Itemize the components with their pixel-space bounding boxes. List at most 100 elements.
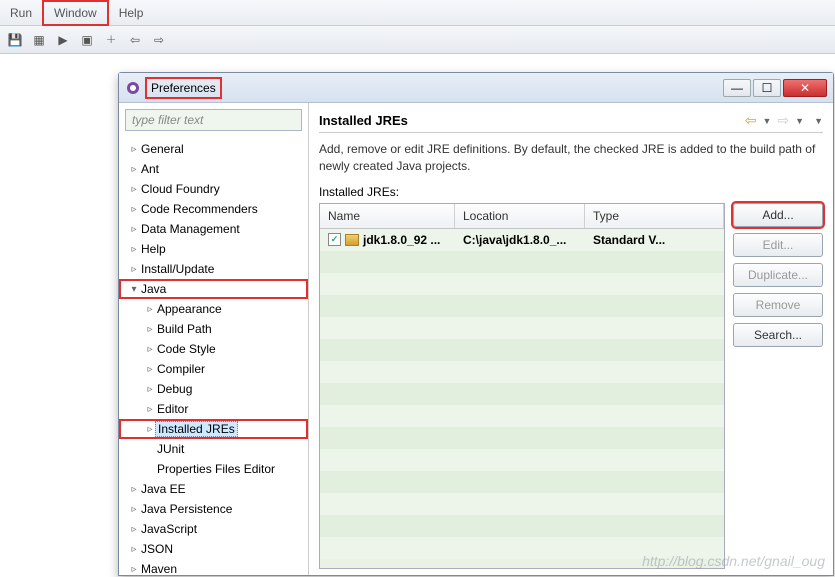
minimize-button[interactable]: —: [723, 79, 751, 97]
menu-run[interactable]: Run: [0, 2, 42, 24]
tree-label: Java: [139, 282, 166, 296]
tree-label: Java EE: [139, 482, 186, 496]
tree-label: Data Management: [139, 222, 240, 236]
arrow-right-icon[interactable]: ▹: [145, 304, 155, 315]
close-button[interactable]: ✕: [783, 79, 827, 97]
forward-arrow-icon[interactable]: ⇨: [777, 112, 789, 129]
table-row[interactable]: ✓ jdk1.8.0_92 ... C:\java\jdk1.8.0_... S…: [320, 229, 724, 251]
tree-item[interactable]: ▹Help: [119, 239, 308, 259]
arrow-right-icon[interactable]: ▹: [129, 164, 139, 175]
tree-item[interactable]: ▹JSON: [119, 539, 308, 559]
toolbar: 💾 ▦ ▶ ▣ 🞢 ⇦ ⇨: [0, 26, 835, 54]
filter-input[interactable]: type filter text: [125, 109, 302, 131]
tree-item[interactable]: ▹Java EE: [119, 479, 308, 499]
tree-item[interactable]: ▹Editor: [119, 399, 308, 419]
tree-item[interactable]: ▹Java Persistence: [119, 499, 308, 519]
maximize-button[interactable]: ☐: [753, 79, 781, 97]
dialog-title: Preferences: [145, 77, 222, 99]
arrow-right-icon[interactable]: ▹: [129, 244, 139, 255]
tree-item[interactable]: JUnit: [119, 439, 308, 459]
menu-window[interactable]: Window: [42, 0, 109, 26]
tree-label: Editor: [155, 402, 188, 416]
button-column: Add... Edit... Duplicate... Remove Searc…: [733, 203, 823, 569]
tree-item[interactable]: ▹Install/Update: [119, 259, 308, 279]
sidebar: type filter text ▹General▹Ant▹Cloud Foun…: [119, 103, 309, 575]
tree-label: Maven: [139, 562, 177, 575]
tree-label: Code Style: [155, 342, 216, 356]
jre-table[interactable]: Name Location Type ✓ jdk1.8.0_92 ... C:\…: [319, 203, 725, 569]
menu-help[interactable]: Help: [109, 2, 154, 24]
jre-icon: [345, 234, 359, 246]
back-arrow-icon[interactable]: ⇦: [745, 112, 757, 129]
tree-item[interactable]: ▹Code Recommenders: [119, 199, 308, 219]
search-button[interactable]: Search...: [733, 323, 823, 347]
main-panel: Installed JREs ⇦ ▼ ⇨ ▼ ▼ Add, remove or …: [309, 103, 833, 575]
forward-arrow-menu[interactable]: ▼: [795, 116, 804, 126]
arrow-right-icon[interactable]: ▹: [129, 484, 139, 495]
toggle-icon[interactable]: ▦: [30, 31, 48, 49]
tree-item[interactable]: ▹General: [119, 139, 308, 159]
arrow-right-icon[interactable]: ▹: [145, 384, 155, 395]
arrow-right-icon[interactable]: ▹: [129, 204, 139, 215]
add-button[interactable]: Add...: [733, 203, 823, 227]
tree-label: Help: [139, 242, 166, 256]
tree-item[interactable]: ▹Data Management: [119, 219, 308, 239]
tree-item[interactable]: ▹Cloud Foundry: [119, 179, 308, 199]
save-icon[interactable]: 💾: [6, 31, 24, 49]
arrow-right-icon[interactable]: ▹: [129, 544, 139, 555]
dialog-icon: [125, 80, 141, 96]
arrow-right-icon[interactable]: ▹: [145, 364, 155, 375]
tree-item[interactable]: ▾Java: [119, 279, 308, 299]
tree-item[interactable]: ▹Installed JREs: [119, 419, 308, 439]
page-title: Installed JREs: [319, 113, 408, 128]
row-name: jdk1.8.0_92 ...: [363, 233, 440, 247]
arrow-right-icon[interactable]: ▹: [145, 344, 155, 355]
view-menu-icon[interactable]: ▼: [814, 116, 823, 126]
table-body: ✓ jdk1.8.0_92 ... C:\java\jdk1.8.0_... S…: [320, 229, 724, 568]
tree-item[interactable]: ▹JavaScript: [119, 519, 308, 539]
col-type[interactable]: Type: [585, 204, 724, 228]
tree-item[interactable]: ▹Build Path: [119, 319, 308, 339]
tree-item[interactable]: ▹Maven: [119, 559, 308, 575]
tree-label: Java Persistence: [139, 502, 232, 516]
tree-item[interactable]: ▹Code Style: [119, 339, 308, 359]
menu-bar: Run Window Help: [0, 0, 835, 26]
play-icon[interactable]: ▶: [54, 31, 72, 49]
arrow-right-icon[interactable]: ▹: [129, 264, 139, 275]
back-arrow-menu[interactable]: ▼: [763, 116, 772, 126]
tree-item[interactable]: ▹Compiler: [119, 359, 308, 379]
arrow-right-icon[interactable]: ▹: [129, 564, 139, 575]
tree-item[interactable]: Properties Files Editor: [119, 459, 308, 479]
arrow-right-icon[interactable]: ▹: [129, 504, 139, 515]
arrow-right-icon[interactable]: ▹: [129, 144, 139, 155]
arrow-right-icon[interactable]: ▹: [145, 404, 155, 415]
tree-item[interactable]: ▹Debug: [119, 379, 308, 399]
new-icon[interactable]: 🞢: [102, 31, 120, 49]
arrow-right-icon[interactable]: ▹: [129, 224, 139, 235]
package-icon[interactable]: ▣: [78, 31, 96, 49]
tree-label: Cloud Foundry: [139, 182, 220, 196]
table-label: Installed JREs:: [319, 185, 823, 199]
tree-label: Compiler: [155, 362, 205, 376]
col-location[interactable]: Location: [455, 204, 585, 228]
arrow-right-icon[interactable]: ▹: [129, 524, 139, 535]
nav-arrows: ⇦ ▼ ⇨ ▼ ▼: [745, 112, 823, 129]
arrow-right-icon[interactable]: ▹: [145, 324, 155, 335]
arrow-right-icon[interactable]: ▹: [145, 424, 155, 435]
tree-label: Appearance: [155, 302, 222, 316]
duplicate-button[interactable]: Duplicate...: [733, 263, 823, 287]
tree-item[interactable]: ▹Ant: [119, 159, 308, 179]
tree-item[interactable]: ▹Appearance: [119, 299, 308, 319]
row-location: C:\java\jdk1.8.0_...: [455, 233, 585, 247]
col-name[interactable]: Name: [320, 204, 455, 228]
tree-label: Code Recommenders: [139, 202, 258, 216]
forward-icon[interactable]: ⇨: [150, 31, 168, 49]
arrow-down-icon[interactable]: ▾: [129, 284, 139, 295]
arrow-right-icon[interactable]: ▹: [129, 184, 139, 195]
back-icon[interactable]: ⇦: [126, 31, 144, 49]
checkbox-icon[interactable]: ✓: [328, 233, 341, 246]
remove-button[interactable]: Remove: [733, 293, 823, 317]
edit-button[interactable]: Edit...: [733, 233, 823, 257]
row-type: Standard V...: [585, 233, 724, 247]
preferences-tree[interactable]: ▹General▹Ant▹Cloud Foundry▹Code Recommen…: [119, 137, 308, 575]
